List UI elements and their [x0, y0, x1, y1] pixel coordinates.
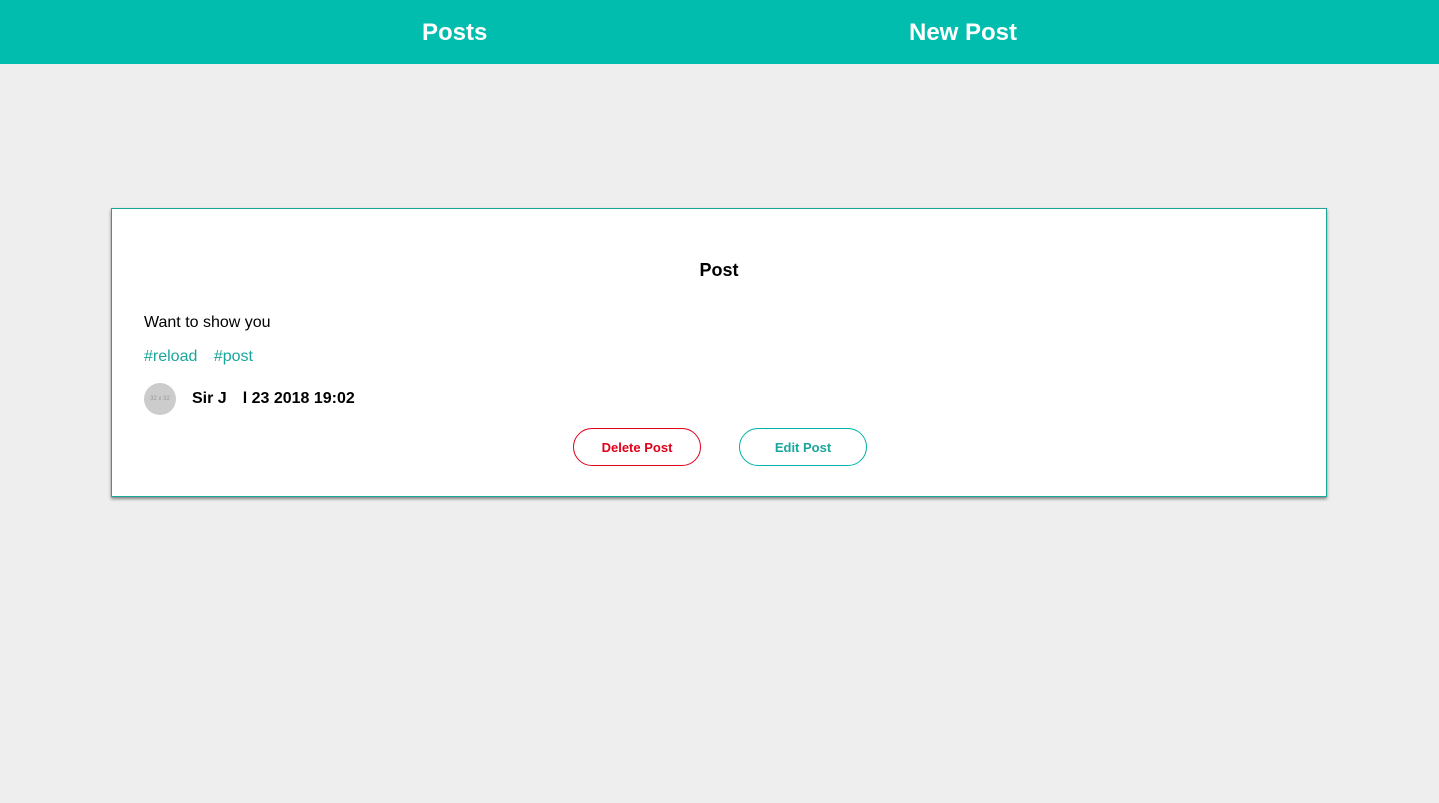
- nav-posts-link[interactable]: Posts: [422, 0, 487, 64]
- delete-post-button[interactable]: Delete Post: [573, 428, 701, 466]
- post-tags: #reload #post: [144, 348, 265, 366]
- edit-post-button[interactable]: Edit Post: [739, 428, 867, 466]
- post-body: Want to show you: [144, 314, 271, 331]
- post-card: Post Want to show you #reload #post 32 x…: [111, 208, 1327, 497]
- top-navbar: Posts New Post: [0, 0, 1439, 64]
- nav-new-post-link[interactable]: New Post: [909, 0, 1017, 64]
- post-title: Post: [699, 260, 739, 280]
- author-name: Sir J: [192, 390, 227, 407]
- tag-post[interactable]: #post: [214, 348, 253, 365]
- post-date: l 23 2018 19:02: [242, 390, 355, 407]
- author-row: 32 x 32 Sir J l 23 2018 19:02: [144, 383, 355, 415]
- tag-reload[interactable]: #reload: [144, 348, 197, 365]
- avatar: 32 x 32: [144, 383, 176, 415]
